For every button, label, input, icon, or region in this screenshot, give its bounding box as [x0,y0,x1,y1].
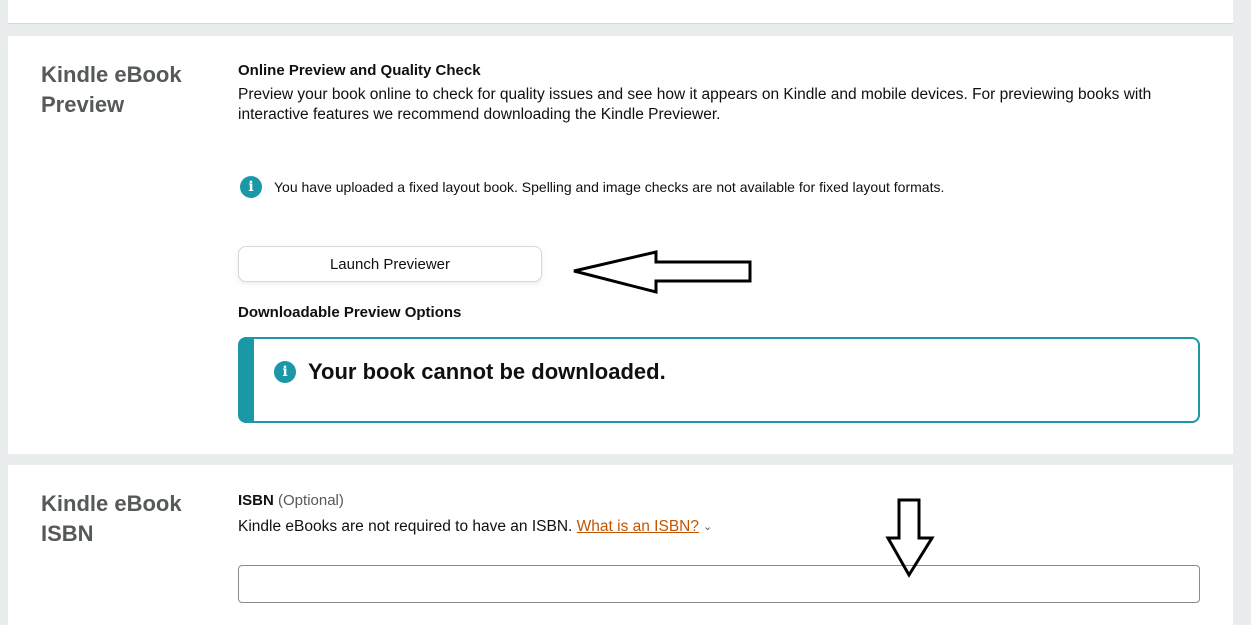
launch-previewer-button[interactable]: Launch Previewer [238,246,542,282]
isbn-description: Kindle eBooks are not required to have a… [238,518,573,535]
info-icon: i [240,176,262,198]
isbn-section-title: Kindle eBook ISBN [41,491,182,546]
fixed-layout-info-text: You have uploaded a fixed layout book. S… [274,179,945,195]
online-preview-heading: Online Preview and Quality Check [238,62,481,79]
what-is-isbn-link[interactable]: What is an ISBN? [577,518,699,535]
info-icon: i [274,361,296,383]
preview-section-title: Kindle eBook Preview [41,62,182,117]
isbn-description-row: Kindle eBooks are not required to have a… [238,517,712,538]
isbn-optional-text: (Optional) [278,492,344,509]
chevron-down-icon[interactable]: ⌄ [703,517,712,537]
fixed-layout-info: i You have uploaded a fixed layout book.… [240,176,944,198]
online-preview-description: Preview your book online to check for qu… [238,86,1152,123]
previous-section-card [8,0,1233,24]
download-alert-content: i Your book cannot be downloaded. [274,359,666,385]
download-alert-box: i Your book cannot be downloaded. [238,337,1200,423]
downloadable-preview-heading: Downloadable Preview Options [238,304,462,321]
isbn-label: ISBN [238,492,274,509]
preview-section-card: Kindle eBook Preview Online Preview and … [8,36,1233,454]
left-arrow-annotation [573,250,752,294]
isbn-section-card: Kindle eBook ISBN ISBN (Optional) Kindle… [8,465,1233,625]
down-arrow-annotation [885,498,935,578]
isbn-label-row: ISBN (Optional) [238,492,344,509]
download-alert-message: Your book cannot be downloaded. [308,359,666,384]
isbn-input[interactable] [238,565,1200,603]
